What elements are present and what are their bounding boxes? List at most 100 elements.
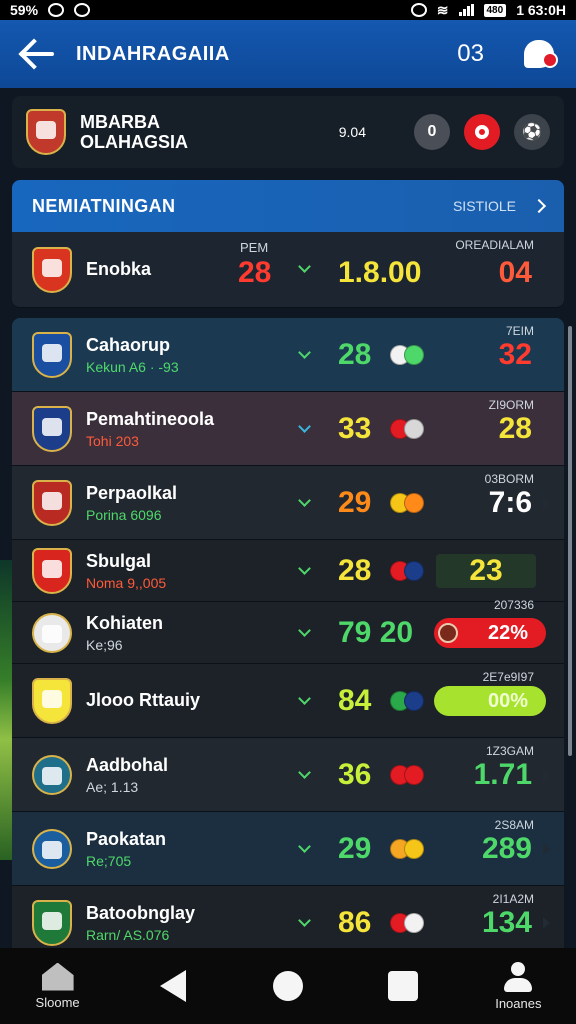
chevron-down-icon[interactable]: [298, 914, 311, 927]
chevron-down-icon[interactable]: [298, 840, 311, 853]
table-row[interactable]: Aadbohal Ae; 1.13 1Z3GAM 36 1.71: [12, 738, 564, 812]
table-row[interactable]: Cahaorup Kekun A6 · -93 7EIM 28 32: [12, 318, 564, 392]
stat-right: 289: [481, 832, 532, 865]
ball-button[interactable]: ⚽: [514, 114, 550, 150]
caret-right-icon[interactable]: [543, 917, 550, 929]
football-icon: [404, 561, 424, 581]
stat-right: 7:6: [488, 486, 532, 519]
wifi-icon: ≋: [436, 1, 449, 18]
indicator-dot: [438, 623, 458, 643]
table-row[interactable]: Pemahtineoola Tohi 203 ZI9ORM 33 28: [12, 392, 564, 466]
stat-right: 23: [436, 554, 536, 588]
chevron-down-icon[interactable]: [298, 494, 311, 507]
column-caption: 2E7e9I97: [482, 670, 534, 684]
stat-right: 32: [498, 338, 532, 371]
team-crest-icon: [32, 331, 72, 378]
caret-right-icon[interactable]: [543, 497, 550, 509]
battery-percent: 59%: [10, 2, 39, 18]
team-crest-icon: [32, 547, 72, 594]
match-teams: MBARBA OLAHAGSIA: [80, 112, 339, 152]
back-arrow-icon[interactable]: [18, 34, 58, 74]
column-caption: 2I1A2M: [492, 892, 534, 906]
record-button[interactable]: [464, 114, 500, 150]
table-row[interactable]: Sbulgal Noma 9,,005 28 23: [12, 540, 564, 602]
chat-notification-icon[interactable]: [524, 40, 558, 68]
team-name: Kohiaten: [86, 612, 164, 633]
team-sub: Ke;96: [86, 636, 123, 653]
team-sub: Rarn/ AS.076: [86, 926, 170, 943]
chevron-down-icon[interactable]: [298, 624, 311, 637]
caret-right-icon[interactable]: [543, 769, 550, 781]
column-caption: 207336: [493, 598, 534, 612]
stat-value: 29: [338, 832, 372, 865]
nav-profile[interactable]: Inoanes: [473, 961, 563, 1011]
stat-right: 134: [481, 906, 532, 939]
featured-row[interactable]: Enobka PEM OREADIALAM 28 1.8.00 04: [12, 232, 564, 308]
chevron-down-icon[interactable]: [298, 766, 311, 779]
team-sub: Ae; 1.13: [86, 778, 139, 795]
header-code[interactable]: 03: [457, 40, 484, 68]
table-row[interactable]: Paokatan Re;705 2S8AM 29 289: [12, 812, 564, 886]
stat-value: 28: [338, 554, 372, 587]
team-sub: Noma 9,,005: [86, 574, 167, 591]
caret-right-icon[interactable]: [543, 843, 550, 855]
score-badge[interactable]: 0: [414, 114, 450, 150]
stat-value: 28: [238, 256, 272, 289]
chevron-down-icon[interactable]: [298, 346, 311, 359]
chevron-down-icon[interactable]: [298, 420, 311, 433]
team-name: Perpaolkal: [86, 482, 178, 503]
team-name: Enobka: [86, 259, 152, 279]
clock: 1 63:0H: [516, 2, 566, 18]
nav-recents[interactable]: [358, 971, 448, 1001]
football-icon: ⚽: [522, 124, 542, 141]
page-title: INDAHRAGAIIA: [76, 42, 230, 65]
sync-icon: [74, 3, 91, 17]
stat-value: 79 20: [338, 616, 414, 649]
chevron-right-icon[interactable]: [531, 198, 547, 214]
football-icon: [404, 419, 424, 439]
progress-pill[interactable]: 22%: [434, 618, 546, 648]
team-crest-icon: [32, 677, 72, 724]
football-icon: [404, 765, 424, 785]
ball-icons: [390, 561, 424, 581]
table-row[interactable]: Perpaolkal Porina 6096 03BORM 29 7:6: [12, 466, 564, 540]
bottom-navigation: Sloome Inoanes: [0, 948, 576, 1024]
column-caption: 03BORM: [484, 472, 534, 486]
team-crest-icon: [32, 479, 72, 526]
stat-value: 29: [338, 486, 372, 519]
progress-pill[interactable]: 00%: [434, 686, 546, 716]
chevron-down-icon[interactable]: [298, 260, 311, 273]
pill-value: 00%: [487, 689, 528, 712]
chevron-down-icon[interactable]: [298, 692, 311, 705]
section-header[interactable]: NEMIATNINGAN SISTIOLE: [12, 180, 564, 232]
ball-icons: [390, 839, 424, 859]
battery-icon: 480: [483, 3, 507, 17]
column-caption: 1Z3GAM: [485, 744, 534, 758]
signal-icon: [458, 4, 474, 16]
column-caption: ZI9ORM: [488, 398, 534, 412]
team-crest-icon: [32, 612, 72, 653]
team-name: Pemahtineoola: [86, 408, 215, 429]
ball-icons: [390, 419, 424, 439]
team-crest-icon: [32, 899, 72, 946]
nav-home-circle[interactable]: [243, 971, 333, 1001]
nav-back[interactable]: [128, 970, 218, 1002]
team-sub: Tohi 203: [86, 432, 139, 449]
team-crest-icon: [32, 405, 72, 452]
football-icon: [404, 493, 424, 513]
ball-icons: [390, 765, 424, 785]
team-crest-icon: [32, 246, 72, 293]
table-row[interactable]: Jlooo Rttauiy 2E7e9I97 84 00%: [12, 664, 564, 738]
nav-home[interactable]: Sloome: [13, 962, 103, 1010]
table-row[interactable]: Kohiaten Ke;96 207336 79 20 22%: [12, 598, 564, 664]
section-link[interactable]: SISTIOLE: [453, 198, 516, 214]
ball-icons: [390, 345, 424, 365]
scrollbar[interactable]: [568, 326, 572, 756]
stat-value: 86: [338, 906, 372, 939]
match-card[interactable]: MBARBA OLAHAGSIA 9.04 0 ⚽: [12, 96, 564, 168]
person-icon: [502, 961, 534, 992]
team-name: Batoobnglay: [86, 902, 196, 923]
stat-value: 33: [338, 412, 372, 445]
chevron-down-icon[interactable]: [298, 562, 311, 575]
back-triangle-icon: [159, 970, 186, 1002]
